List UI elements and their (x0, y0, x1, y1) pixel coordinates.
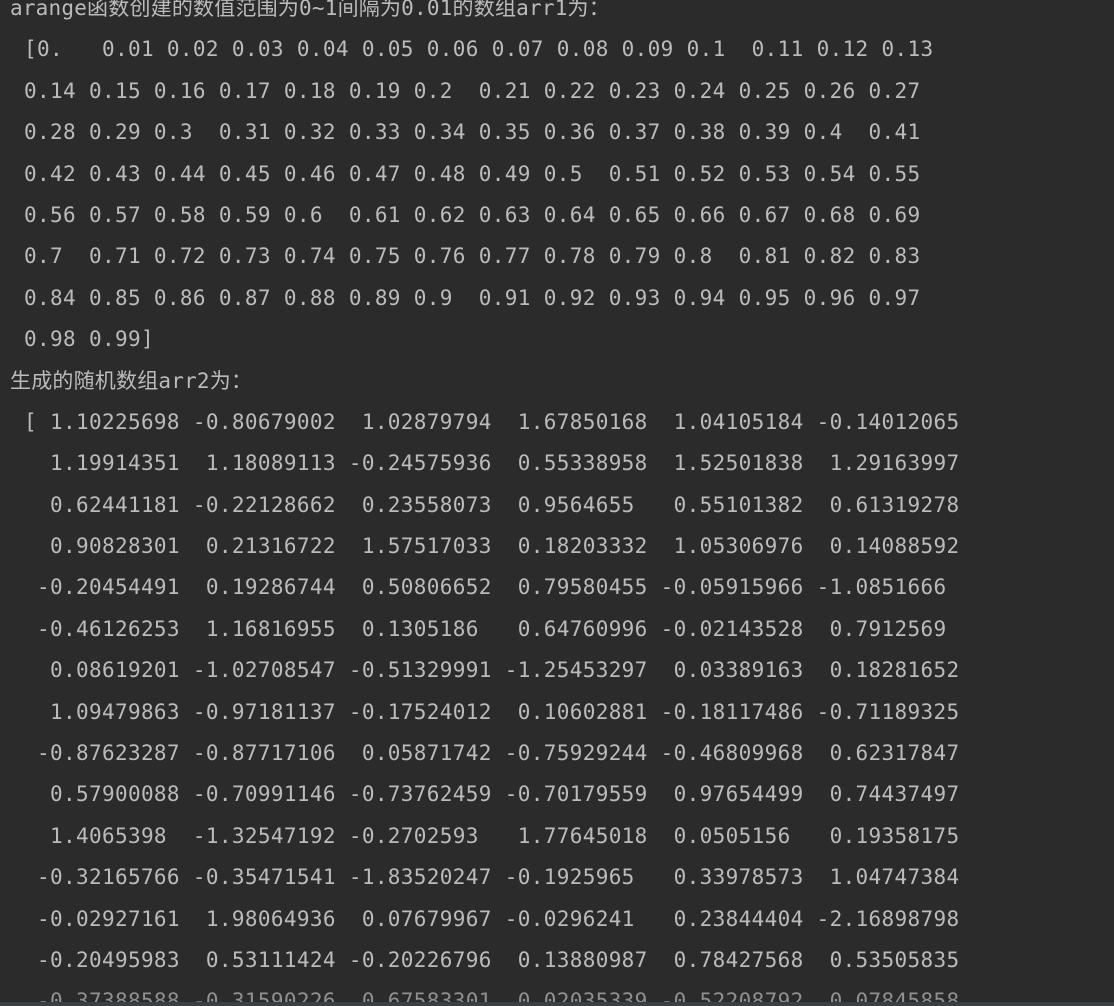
arr2-output-line: 1.4065398 -1.32547192 -0.2702593 1.77645… (24, 823, 960, 848)
arr2-output-line: -0.02927161 1.98064936 0.07679967 -0.029… (24, 906, 960, 931)
arr2-output-line: 1.09479863 -0.97181137 -0.17524012 0.106… (24, 699, 960, 724)
arr1-output-line: 0.56 0.57 0.58 0.59 0.6 0.61 0.62 0.63 0… (24, 202, 921, 227)
arr2-output-line: -0.46126253 1.16816955 0.1305186 0.64760… (24, 616, 947, 641)
arr1-output-line: 0.84 0.85 0.86 0.87 0.88 0.89 0.9 0.91 0… (24, 285, 921, 310)
console-output: arange函数创建的数值范围为0~1间隔为0.01的数组arr1为： [0. … (0, 0, 1114, 1006)
arr2-output-line: -0.20454491 0.19286744 0.50806652 0.7958… (24, 575, 947, 600)
arr2-output-line: 0.62441181 -0.22128662 0.23558073 0.9564… (24, 492, 960, 517)
arr2-output-line: [ 1.10225698 -0.80679002 1.02879794 1.67… (24, 409, 960, 434)
arr1-output-line: 0.98 0.99] (24, 327, 154, 352)
arr2-output-line: -0.87623287 -0.87717106 0.05871742 -0.75… (24, 741, 960, 766)
arr2-output-line: 0.08619201 -1.02708547 -0.51329991 -1.25… (24, 658, 960, 683)
arr1-output-line: 0.42 0.43 0.44 0.45 0.46 0.47 0.48 0.49 … (24, 161, 921, 186)
console-bottom-edge (0, 1002, 1114, 1006)
arr2-output-line: -0.20495983 0.53111424 -0.20226796 0.138… (24, 947, 960, 972)
arr1-output-line: [0. 0.01 0.02 0.03 0.04 0.05 0.06 0.07 0… (24, 37, 934, 62)
arr2-output-line: 1.19914351 1.18089113 -0.24575936 0.5533… (24, 451, 960, 476)
arr2-output-line: 0.57900088 -0.70991146 -0.73762459 -0.70… (24, 782, 960, 807)
arr2-output-line: 0.90828301 0.21316722 1.57517033 0.18203… (24, 534, 960, 559)
arr1-output-line: 0.14 0.15 0.16 0.17 0.18 0.19 0.2 0.21 0… (24, 78, 921, 103)
arr1-output-line: 0.7 0.71 0.72 0.73 0.74 0.75 0.76 0.77 0… (24, 244, 921, 269)
arr1-output-line: 0.28 0.29 0.3 0.31 0.32 0.33 0.34 0.35 0… (24, 120, 921, 145)
arr2-output-line: -0.32165766 -0.35471541 -1.83520247 -0.1… (24, 865, 960, 890)
arr2-caption: 生成的随机数组arr2为： (10, 368, 253, 393)
arr1-caption: arange函数创建的数值范围为0~1间隔为0.01的数组arr1为： (10, 0, 610, 20)
